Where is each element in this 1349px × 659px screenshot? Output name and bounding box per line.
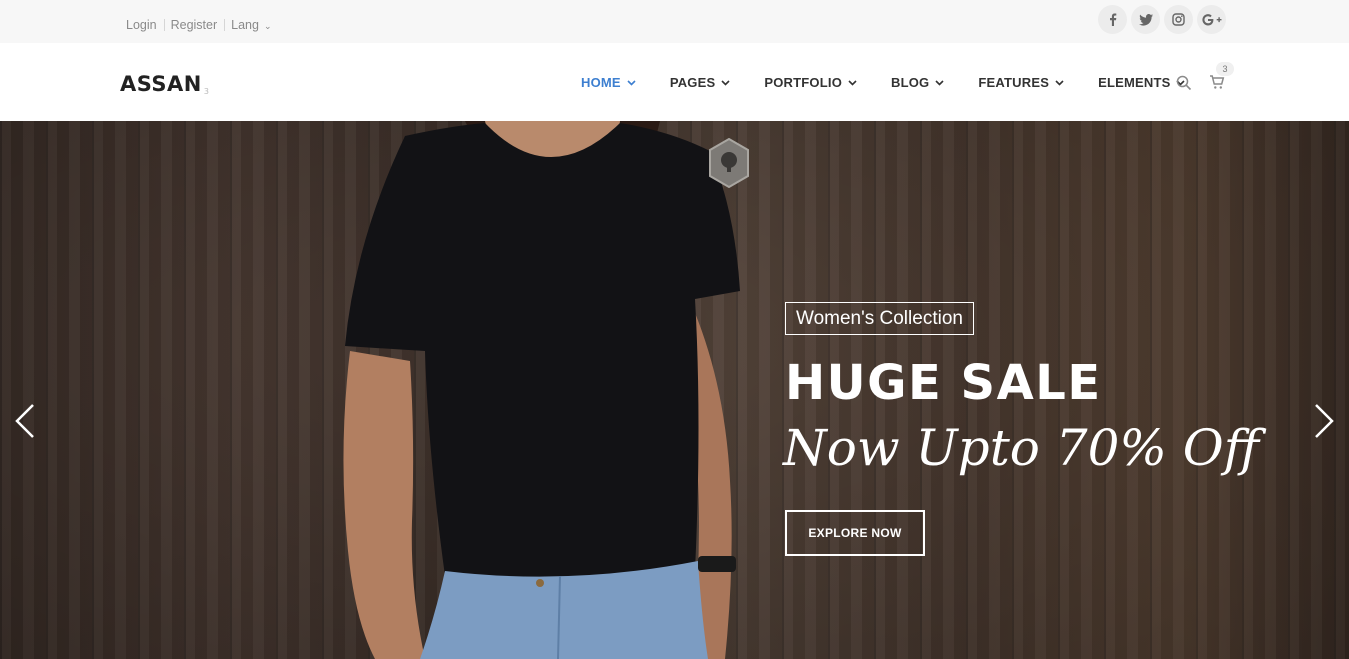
chevron-right-icon: [1315, 404, 1334, 438]
explore-now-button[interactable]: EXPLORE NOW: [785, 510, 925, 556]
menu-item-features[interactable]: FEATURES: [978, 75, 1064, 90]
menu-item-portfolio[interactable]: PORTFOLIO: [764, 75, 857, 90]
chevron-down-icon: ⌄: [263, 21, 272, 31]
chevron-down-icon: [1055, 79, 1064, 86]
hero-headline: HUGE SALE: [785, 355, 1102, 411]
search-button[interactable]: [1176, 75, 1192, 96]
chevron-left-icon: [15, 404, 34, 438]
language-dropdown[interactable]: Lang ⌄: [231, 18, 271, 32]
chevron-down-icon: [848, 79, 857, 86]
door-lock-image: [709, 138, 749, 188]
divider: [163, 19, 165, 31]
account-links: Login Register Lang ⌄: [126, 18, 272, 32]
facebook-icon: [1109, 13, 1116, 26]
slider-next-button[interactable]: [1313, 403, 1335, 444]
hero-subheadline: Now Upto 70% Off: [783, 419, 1260, 477]
logo[interactable]: ASSAN 3: [120, 72, 209, 96]
search-icon: [1176, 75, 1192, 91]
register-link[interactable]: Register: [171, 18, 218, 32]
logo-version: 3: [203, 87, 209, 96]
cart-icon: [1210, 75, 1225, 89]
cart-count-badge: 3: [1216, 62, 1234, 76]
google-plus-icon: [1201, 13, 1221, 25]
collection-tag: Women's Collection: [785, 302, 974, 335]
hero-slider: Women's Collection HUGE SALE Now Upto 70…: [0, 121, 1349, 659]
google-plus-button[interactable]: [1197, 5, 1226, 34]
chevron-down-icon: [721, 79, 730, 86]
menu-item-label: FEATURES: [978, 75, 1050, 90]
hero-model-image: [343, 121, 740, 659]
chevron-down-icon: [627, 79, 636, 86]
menu-item-label: PORTFOLIO: [764, 75, 843, 90]
menu-item-elements[interactable]: ELEMENTS: [1098, 75, 1186, 90]
instagram-icon: [1172, 13, 1185, 26]
menu-item-label: BLOG: [891, 75, 930, 90]
twitter-button[interactable]: [1131, 5, 1160, 34]
menu-item-pages[interactable]: PAGES: [670, 75, 731, 90]
slider-prev-button[interactable]: [14, 403, 36, 444]
social-links: [1098, 5, 1230, 34]
instagram-button[interactable]: [1164, 5, 1193, 34]
language-label: Lang: [231, 18, 259, 32]
login-link[interactable]: Login: [126, 18, 157, 32]
menu-item-home[interactable]: HOME: [581, 75, 636, 90]
menu-item-label: PAGES: [669, 75, 716, 90]
main-menu: HOME PAGES PORTFOLIO BLOG FEATURES ELEME…: [581, 75, 1186, 90]
menu-item-label: ELEMENTS: [1098, 75, 1171, 90]
cart-button[interactable]: [1209, 75, 1225, 95]
main-navbar: ASSAN 3 HOME PAGES PORTFOLIO BLOG FEATURE…: [0, 43, 1349, 121]
top-bar: Login Register Lang ⌄: [0, 0, 1349, 43]
menu-item-label: HOME: [581, 75, 621, 90]
menu-item-blog[interactable]: BLOG: [891, 75, 944, 90]
twitter-icon: [1138, 13, 1153, 26]
facebook-button[interactable]: [1098, 5, 1127, 34]
divider: [224, 19, 226, 31]
chevron-down-icon: [935, 79, 944, 86]
logo-text: ASSAN: [120, 72, 202, 96]
